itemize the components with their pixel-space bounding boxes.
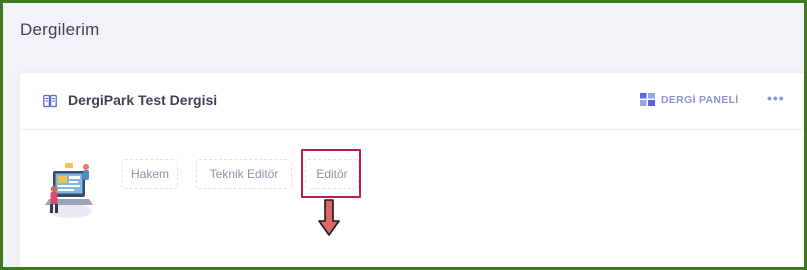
editor-highlight-box xyxy=(301,149,361,198)
card-header: DergiPark Test Dergisi DERGİ PANELİ ••• xyxy=(20,73,804,130)
journal-panel-button[interactable]: DERGİ PANELİ xyxy=(640,93,739,106)
journal-name[interactable]: DergiPark Test Dergisi xyxy=(68,92,217,108)
role-reviewer-button[interactable]: Hakem xyxy=(122,159,178,189)
journal-panel-label: DERGİ PANELİ xyxy=(661,93,739,106)
journal-card: DergiPark Test Dergisi DERGİ PANELİ ••• xyxy=(20,73,804,267)
app-frame: Dergilerim DergiPark Test Dergisi DERGİ xyxy=(0,0,807,270)
page-title: Dergilerim xyxy=(20,20,100,39)
more-options-button[interactable]: ••• xyxy=(767,90,785,106)
book-open-icon xyxy=(43,94,57,108)
grid-icon xyxy=(640,93,655,106)
editor-illustration xyxy=(45,163,93,218)
down-arrow-icon xyxy=(318,199,340,236)
role-technical-editor-button[interactable]: Teknik Editör xyxy=(196,159,292,189)
